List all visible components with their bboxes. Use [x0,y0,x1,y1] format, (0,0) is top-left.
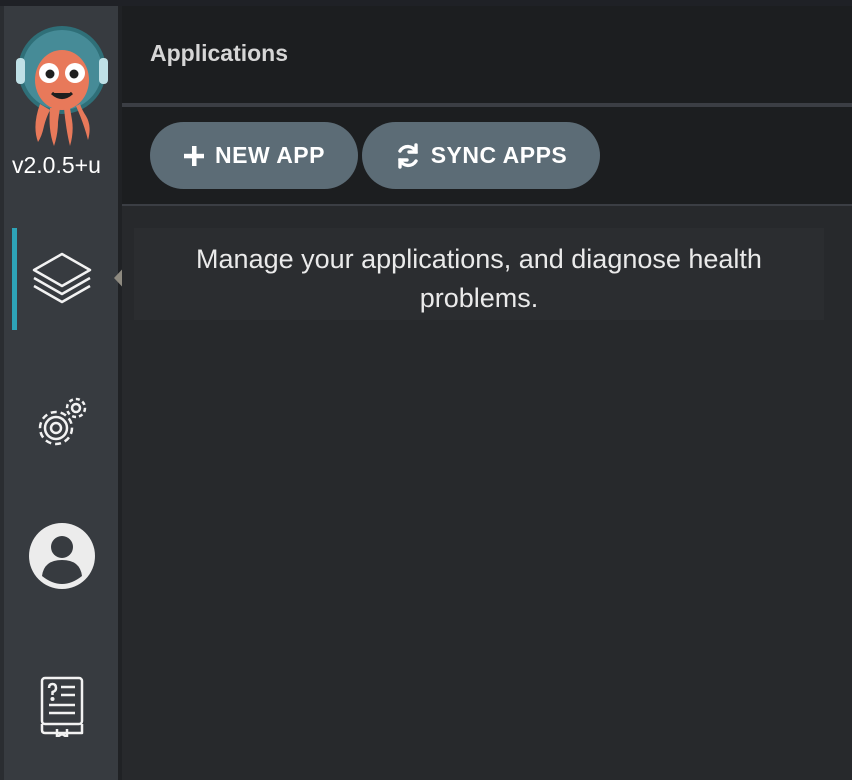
help-tip-text: Manage your applications, and diagnose h… [196,244,762,313]
layers-icon [30,246,94,315]
toolbar: NEW APP SYNC APPS [122,107,852,204]
sync-icon [395,142,421,169]
sidebar-edge [0,6,4,780]
active-nav-indicator [12,228,17,330]
sidebar-item-documentation[interactable] [22,668,102,748]
sidebar-item-applications[interactable] [22,240,102,320]
page-header: Applications [122,6,852,103]
new-app-button[interactable]: NEW APP [150,122,358,189]
help-tip-box: Manage your applications, and diagnose h… [134,228,824,320]
sidebar-item-settings[interactable] [22,384,102,464]
sync-apps-label: SYNC APPS [430,142,568,168]
app-window: v2.0.5+u Applications NEW APP SYNC APPS … [0,0,852,780]
sidebar-item-user-info[interactable] [22,518,102,598]
version-label: v2.0.5+u [12,152,101,178]
help-book-icon [37,675,87,742]
plus-icon [183,145,205,167]
sync-apps-button[interactable]: SYNC APPS [362,122,600,189]
argo-logo[interactable] [14,18,110,148]
new-app-label: NEW APP [215,142,325,168]
settings-gears-icon [30,390,94,459]
user-avatar-icon [28,522,96,595]
page-title: Applications [150,40,289,66]
